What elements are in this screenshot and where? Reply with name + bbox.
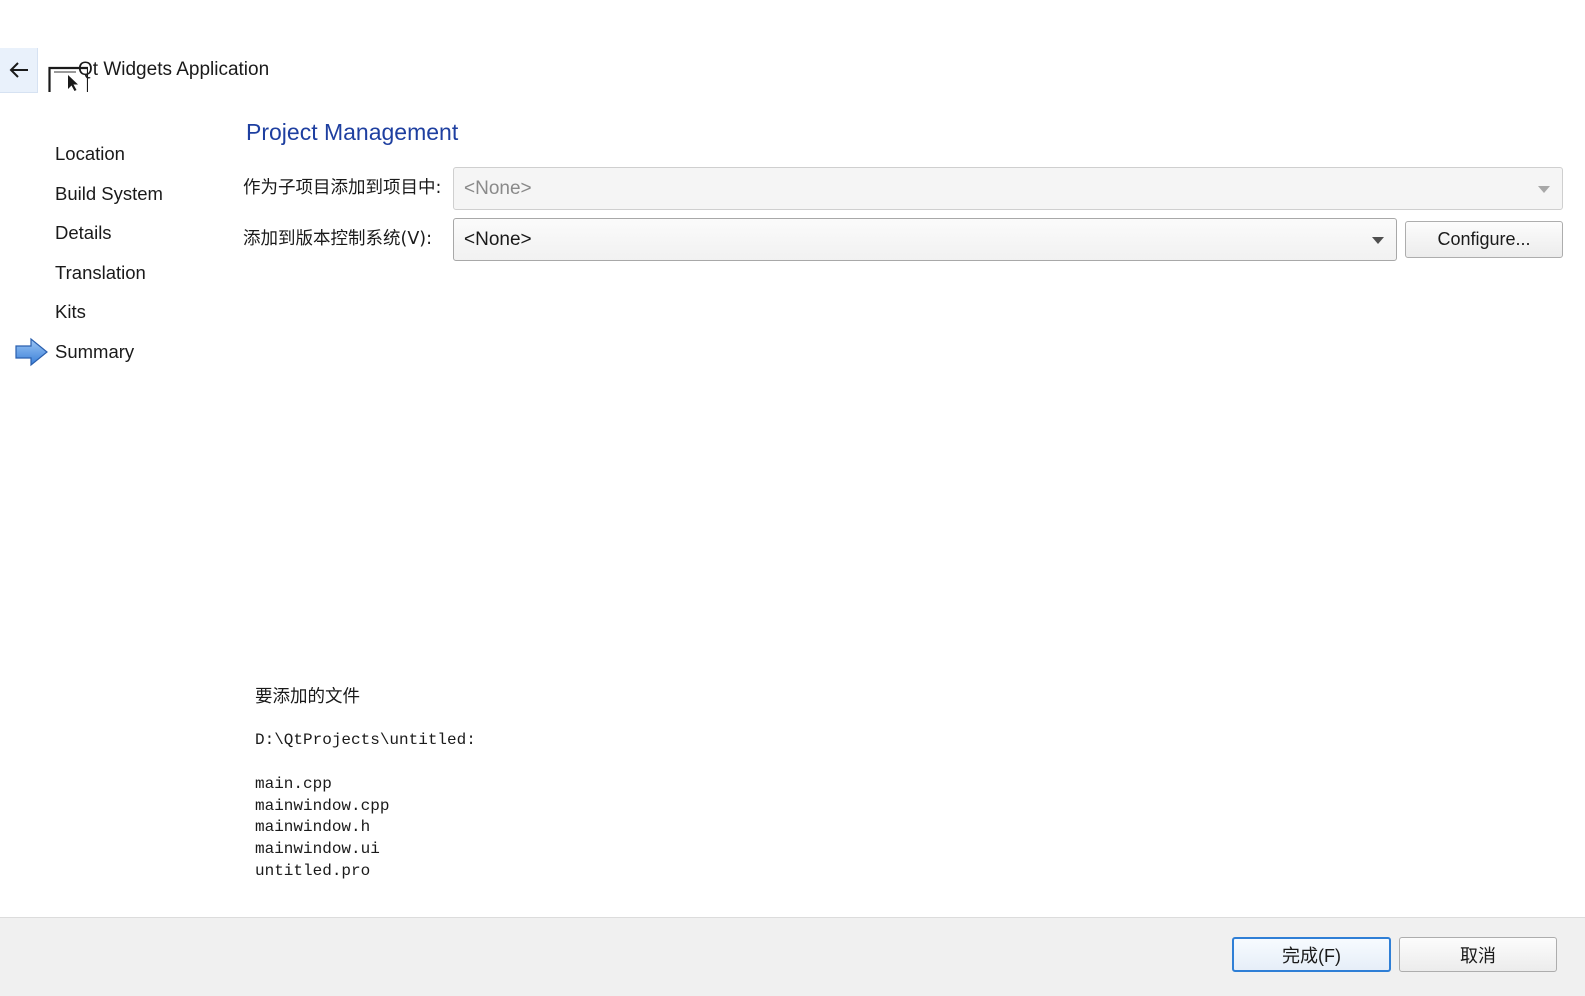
file-item: untitled.pro bbox=[255, 861, 371, 880]
file-item: main.cpp bbox=[255, 775, 332, 793]
step-details: Details bbox=[0, 213, 230, 253]
step-label: Location bbox=[55, 143, 125, 164]
chevron-down-icon bbox=[1538, 185, 1550, 193]
step-label: Kits bbox=[55, 301, 86, 323]
vcs-combo[interactable]: <None> bbox=[453, 218, 1397, 261]
wizard-page: Qt Widgets Application Location Build Sy… bbox=[0, 0, 1585, 996]
chevron-down-icon bbox=[1372, 236, 1384, 244]
wizard-title: Qt Widgets Application bbox=[78, 59, 270, 80]
file-item: mainwindow.ui bbox=[255, 840, 380, 859]
vcs-value: <None> bbox=[464, 228, 532, 250]
files-summary: 要添加的文件 D:\QtProjects\untitled: main.cpp … bbox=[255, 684, 476, 883]
blue-arrow-right-icon bbox=[15, 337, 49, 367]
finish-button[interactable]: 完成(F) bbox=[1232, 937, 1391, 972]
back-button[interactable] bbox=[0, 48, 38, 93]
arrow-left-icon bbox=[8, 59, 30, 81]
subproject-value: <None> bbox=[464, 177, 532, 199]
wizard-steps: Location Build System Details Translatio… bbox=[0, 134, 230, 372]
files-heading: 要添加的文件 bbox=[255, 687, 360, 707]
file-item: mainwindow.cpp bbox=[255, 796, 390, 815]
page-title: Project Management bbox=[246, 119, 459, 145]
footer-bar: 完成(F) 取消 bbox=[0, 917, 1585, 996]
files-list: main.cpp mainwindow.cpp mainwindow.h mai… bbox=[255, 774, 476, 883]
vcs-label: 添加到版本控制系统(V): bbox=[243, 229, 433, 249]
configure-button[interactable]: Configure... bbox=[1405, 221, 1563, 258]
subproject-combo: <None> bbox=[453, 167, 1563, 210]
step-summary: Summary bbox=[0, 332, 230, 372]
step-location: Location bbox=[0, 134, 230, 174]
subproject-label: 作为子项目添加到项目中: bbox=[243, 178, 442, 198]
step-build-system: Build System bbox=[0, 174, 230, 214]
step-label: Details bbox=[55, 222, 112, 244]
step-label: Translation bbox=[55, 261, 146, 283]
file-item: mainwindow.h bbox=[255, 818, 371, 837]
step-translation: Translation bbox=[0, 253, 230, 293]
files-path: D:\QtProjects\untitled: bbox=[255, 731, 476, 749]
step-kits: Kits bbox=[0, 292, 230, 332]
step-label: Build System bbox=[55, 182, 163, 204]
cancel-button[interactable]: 取消 bbox=[1399, 937, 1557, 972]
step-label: Summary bbox=[55, 340, 135, 362]
